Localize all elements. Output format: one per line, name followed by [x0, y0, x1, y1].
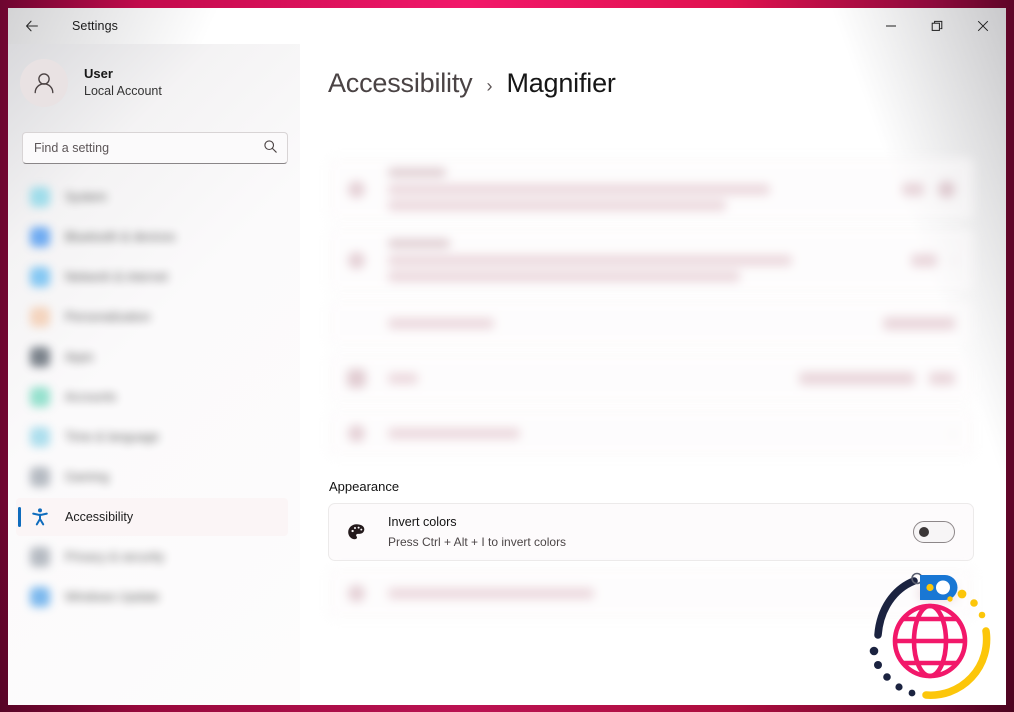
sidebar-item-label: Time & language: [65, 430, 160, 444]
gaming-icon: [30, 467, 50, 487]
blank-icon: [345, 312, 367, 334]
sidebar-item-label: Network & internet: [65, 270, 168, 284]
sidebar-item-system[interactable]: System: [16, 178, 288, 216]
sidebar-item-windows-update[interactable]: Windows Update: [16, 578, 288, 616]
sidebar-item-gaming[interactable]: Gaming: [16, 458, 288, 496]
account-block[interactable]: User Local Account: [8, 44, 300, 107]
settings-window: Settings User Local Account Find a setti…: [8, 8, 1006, 705]
title-bar: Settings: [8, 8, 1006, 44]
sidebar-item-accessibility[interactable]: Accessibility: [16, 498, 288, 536]
sidebar-item-bluetooth-devices[interactable]: Bluetooth & devices: [16, 218, 288, 256]
sidebar: User Local Account System Bluetooth & dev…: [8, 44, 300, 705]
selected-indicator: [18, 507, 21, 527]
account-name: User: [84, 66, 113, 82]
zoom-icon: [345, 249, 367, 271]
card-zoom-increments[interactable]: [328, 299, 974, 347]
apps-icon: [30, 347, 50, 367]
sidebar-item-label: System: [65, 190, 107, 204]
account-subtitle: Local Account: [84, 84, 162, 99]
sidebar-item-accounts[interactable]: Accounts: [16, 378, 288, 416]
card-smooth-edges[interactable]: [328, 567, 974, 619]
restore-button[interactable]: [914, 8, 960, 44]
accounts-icon: [30, 387, 50, 407]
sidebar-item-label: Privacy & security: [65, 550, 165, 564]
sidebar-item-network-internet[interactable]: Network & internet: [16, 258, 288, 296]
sidebar-nav: System Bluetooth & devices Network & inter…: [8, 178, 300, 616]
minimize-button[interactable]: [868, 8, 914, 44]
sidebar-item-label: Bluetooth & devices: [65, 230, 176, 244]
person-avatar-icon: [20, 59, 68, 107]
card-invert-colors[interactable]: Invert colors Press Ctrl + Alt + I to in…: [328, 503, 974, 561]
sidebar-item-label: Accessibility: [65, 510, 134, 524]
accessibility-icon: [30, 507, 50, 527]
sidebar-item-time-language[interactable]: Time & language: [16, 418, 288, 456]
invert-colors-toggle[interactable]: [913, 521, 955, 543]
view-icon: [345, 367, 367, 389]
settings-cards: › › Appearance Invert colors Press Ctrl …: [328, 157, 974, 625]
app-title: Settings: [72, 19, 118, 33]
magnifier-icon: [345, 178, 367, 200]
sidebar-item-privacy-security[interactable]: Privacy & security: [16, 538, 288, 576]
clock-icon: [30, 427, 50, 447]
breadcrumb-root[interactable]: Accessibility: [328, 68, 473, 99]
bluetooth-icon: [30, 227, 50, 247]
search-input[interactable]: [22, 132, 288, 164]
card-zoom-level[interactable]: ›: [328, 227, 974, 293]
main-content: Accessibility › Magnifier › › Appearance…: [300, 44, 1006, 705]
page-title: Magnifier: [506, 68, 616, 98]
appearance-section-title: Appearance: [329, 479, 400, 494]
sidebar-item-personalization[interactable]: Personalization: [16, 298, 288, 336]
update-icon: [30, 587, 50, 607]
sidebar-item-apps[interactable]: Apps: [16, 338, 288, 376]
smooth-icon: [345, 582, 367, 604]
window-controls: [868, 8, 1006, 44]
settings-icon: [345, 422, 367, 444]
network-icon: [30, 267, 50, 287]
palette-icon: [345, 521, 367, 543]
back-arrow-icon[interactable]: [10, 11, 54, 41]
sidebar-item-label: Personalization: [65, 310, 151, 324]
card-start-magnifier[interactable]: ›: [328, 409, 974, 457]
pink-border-frame: Settings User Local Account Find a setti…: [0, 0, 1014, 712]
close-button[interactable]: [960, 8, 1006, 44]
breadcrumb: Accessibility › Magnifier: [300, 44, 1006, 99]
chevron-right-icon: ›: [486, 76, 493, 96]
card-view[interactable]: [328, 353, 974, 403]
sidebar-item-label: Accounts: [65, 390, 117, 404]
paintbrush-icon: [30, 307, 50, 327]
search-box: [22, 132, 288, 164]
card-magnifier[interactable]: [328, 157, 974, 221]
shield-icon: [30, 547, 50, 567]
invert-colors-title: Invert colors: [388, 514, 457, 529]
system-icon: [30, 187, 50, 207]
sidebar-item-label: Windows Update: [65, 590, 160, 604]
sidebar-item-label: Apps: [65, 350, 94, 364]
invert-colors-subtitle: Press Ctrl + Alt + I to invert colors: [388, 534, 567, 549]
sidebar-item-label: Gaming: [65, 470, 109, 484]
